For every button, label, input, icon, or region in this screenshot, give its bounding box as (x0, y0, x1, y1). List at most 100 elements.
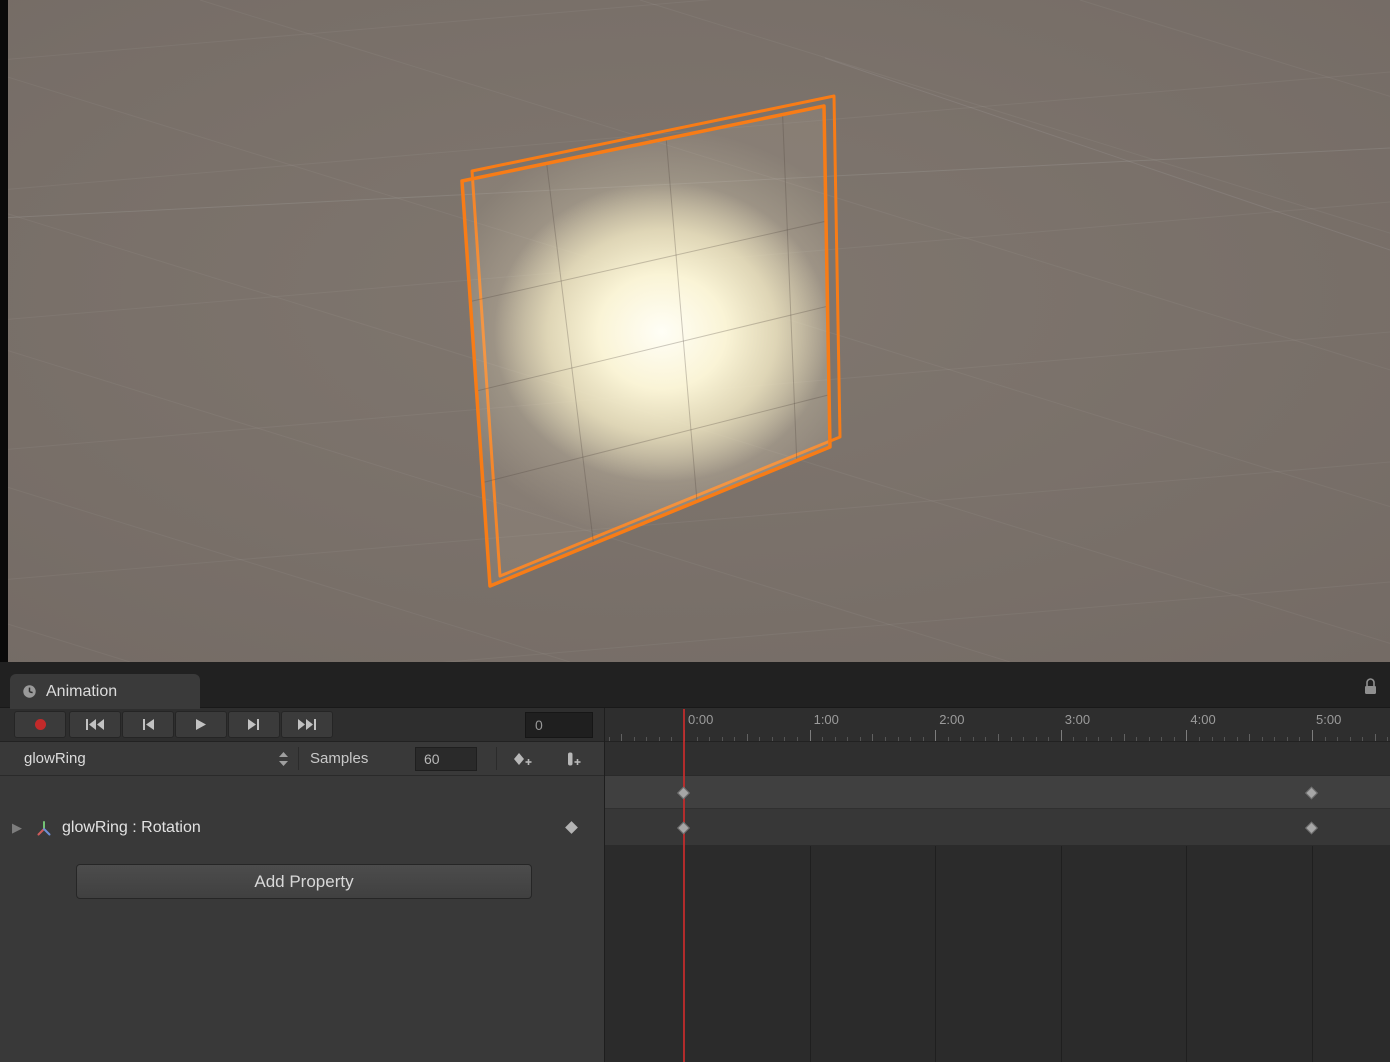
property-add-key-button[interactable] (565, 820, 578, 834)
ruler-tick (1048, 737, 1050, 741)
second-gridline (935, 846, 937, 1062)
keyframe-diamond[interactable] (677, 821, 690, 834)
ruler-tick (1274, 737, 1276, 741)
tab-animation[interactable]: Animation (10, 674, 200, 709)
play-icon (196, 719, 206, 730)
ruler-label: 5:00 (1316, 712, 1342, 727)
ruler-tick (910, 737, 912, 741)
ruler-tick (1098, 737, 1100, 741)
keyframe-diamond[interactable] (1305, 786, 1318, 799)
next-keyframe-icon (248, 719, 259, 730)
next-keyframe-button[interactable] (228, 711, 280, 738)
ruler-tick (784, 737, 786, 741)
play-button[interactable] (175, 711, 227, 738)
second-gridline (809, 846, 811, 1062)
ruler-tick (1111, 737, 1113, 741)
add-property-button[interactable]: Add Property (76, 864, 532, 899)
dropdown-arrows-icon (279, 751, 288, 766)
summary-track[interactable] (605, 776, 1390, 809)
ruler-tick (1085, 737, 1087, 741)
clip-toolbar: glowRing Samples 60 (0, 742, 1390, 776)
add-event-button[interactable] (550, 745, 596, 772)
go-to-start-icon (86, 719, 104, 730)
previous-keyframe-icon (143, 719, 154, 730)
foldout-arrow-icon[interactable]: ▶ (12, 820, 22, 836)
go-to-end-icon (298, 719, 316, 730)
ruler-tick (847, 737, 849, 741)
dopesheet-background[interactable] (605, 846, 1390, 1062)
ruler-tick (1374, 734, 1376, 741)
clip-toolbar-right-strip (605, 742, 1390, 775)
ruler-tick (633, 737, 635, 741)
ruler-tick (771, 737, 773, 741)
ruler-tick (646, 737, 648, 741)
ruler-tick (872, 734, 874, 741)
playback-toolbar: 0 0:00 1:00 2:00 3:00 4:00 5:00 (0, 708, 1390, 742)
ruler-label: 0:00 (688, 712, 714, 727)
ruler-tick (1224, 737, 1226, 741)
scene-view[interactable] (0, 0, 1390, 662)
ruler-tick (1261, 737, 1263, 741)
ruler-label: 2:00 (939, 712, 965, 727)
second-gridline (1186, 846, 1188, 1062)
ruler-label: 4:00 (1190, 712, 1216, 727)
add-keyframe-button[interactable] (500, 745, 546, 772)
record-icon (34, 719, 46, 730)
ruler-tick (809, 730, 811, 741)
ruler-tick (1249, 734, 1251, 741)
ruler-tick (1337, 737, 1339, 741)
tab-label: Animation (46, 682, 118, 700)
ruler-tick (947, 737, 949, 741)
ruler-tick (709, 737, 711, 741)
ruler-tick (696, 737, 698, 741)
ruler-tick (621, 734, 623, 741)
ruler-tick (671, 737, 673, 741)
ruler-tick (721, 737, 723, 741)
keyframe-diamond[interactable] (1305, 821, 1318, 834)
clip-dropdown[interactable]: glowRing (14, 742, 292, 775)
ruler-tick (1312, 730, 1313, 741)
transform-icon (36, 820, 52, 836)
ruler-tick (960, 737, 962, 741)
panel-divider[interactable] (604, 708, 605, 1062)
property-label: glowRing : Rotation (62, 818, 201, 836)
ruler-tick (1173, 737, 1175, 741)
ruler-tick (922, 737, 924, 741)
lock-icon[interactable] (1363, 677, 1378, 696)
ruler-tick (884, 737, 886, 741)
property-row-rotation[interactable]: ▶ glowRing : Rotation (0, 809, 1390, 846)
timeline-ruler[interactable]: 0:00 1:00 2:00 3:00 4:00 5:00 (605, 708, 1390, 741)
samples-field[interactable]: 60 (415, 747, 477, 771)
ruler-tick (1023, 737, 1025, 741)
scene-left-edge (0, 0, 8, 662)
rotation-track[interactable] (605, 809, 1390, 846)
current-frame-field[interactable]: 0 (525, 712, 593, 738)
playhead[interactable] (683, 709, 685, 1062)
ruler-tick (1073, 737, 1075, 741)
ruler-tick (822, 737, 824, 741)
second-gridline (1060, 846, 1062, 1062)
ruler-tick (1186, 730, 1188, 741)
ruler-tick (734, 737, 736, 741)
go-to-start-button[interactable] (69, 711, 121, 738)
tab-bar: Animation (0, 662, 1390, 709)
scene-canvas (0, 0, 1390, 662)
ruler-tick (1010, 737, 1012, 741)
ruler-tick (1123, 734, 1125, 741)
ruler-tick (608, 737, 610, 741)
ruler-tick (1148, 737, 1150, 741)
previous-keyframe-button[interactable] (122, 711, 174, 738)
ruler-tick (1211, 737, 1213, 741)
ruler-tick (972, 737, 974, 741)
record-button[interactable] (14, 711, 66, 738)
separator (298, 747, 299, 770)
ruler-tick (1299, 737, 1301, 741)
ruler-tick (998, 734, 999, 741)
go-to-end-button[interactable] (281, 711, 333, 738)
ruler-tick (746, 734, 748, 741)
ruler-tick (1060, 730, 1062, 741)
ruler-tick (859, 737, 861, 741)
keyframe-diamond[interactable] (677, 786, 690, 799)
dopesheet-summary-row[interactable] (0, 776, 1390, 809)
ruler-tick (1035, 737, 1037, 741)
